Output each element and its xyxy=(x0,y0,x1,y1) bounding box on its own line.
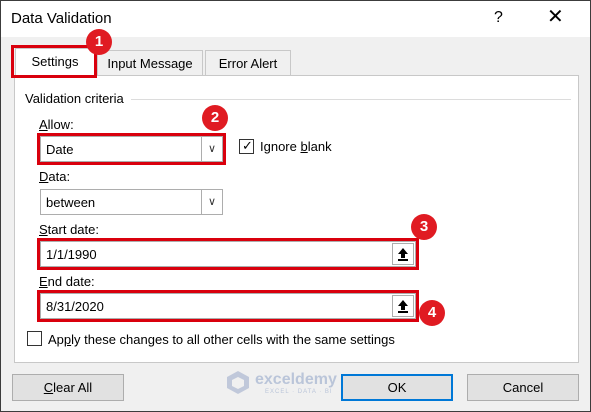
step-badge: 2 xyxy=(202,105,228,131)
cancel-button[interactable]: Cancel xyxy=(467,374,579,401)
allow-label: Allow: xyxy=(39,117,74,132)
clear-all-button[interactable]: Clear All xyxy=(12,374,124,401)
step-badge: 4 xyxy=(419,300,445,326)
ignore-blank-checkbox[interactable]: ✓ xyxy=(239,138,254,154)
data-value: between xyxy=(46,195,96,210)
highlight-allow xyxy=(37,133,226,165)
step-badge: 1 xyxy=(86,29,112,55)
watermark-name: exceldemy xyxy=(255,371,337,388)
data-label: Data: xyxy=(39,169,71,184)
chevron-down-icon[interactable]: ∨ xyxy=(201,190,222,214)
tab-error-alert[interactable]: Error Alert xyxy=(205,50,291,77)
watermark-subtitle: EXCEL · DATA · BI xyxy=(265,389,333,395)
tab-input-message[interactable]: Input Message xyxy=(97,50,203,77)
highlight-start-date xyxy=(37,238,419,270)
group-divider xyxy=(131,99,571,100)
dialog-title: Data Validation xyxy=(11,10,112,27)
step-badge: 3 xyxy=(411,214,437,240)
ignore-blank-label[interactable]: Ignore blank xyxy=(260,139,332,154)
data-validation-dialog: Data Validation ? ✕ Settings Input Messa… xyxy=(0,0,591,412)
checkmark-icon: ✓ xyxy=(242,138,253,153)
tab-label: Error Alert xyxy=(218,56,278,71)
highlight-settings-tab xyxy=(11,45,97,78)
tab-label: Input Message xyxy=(107,56,193,71)
group-title: Validation criteria xyxy=(25,91,124,106)
exceldemy-logo-icon xyxy=(227,371,249,394)
start-date-label: Start date: xyxy=(39,222,99,237)
ok-button[interactable]: OK xyxy=(341,374,453,401)
highlight-end-date xyxy=(37,290,419,322)
help-button[interactable]: ? xyxy=(494,9,503,27)
apply-all-label[interactable]: Apply these changes to all other cells w… xyxy=(48,332,395,347)
close-icon[interactable]: ✕ xyxy=(547,5,564,29)
end-date-label: End date: xyxy=(39,274,95,289)
apply-all-checkbox[interactable] xyxy=(27,331,42,346)
data-select[interactable]: between ∨ xyxy=(40,189,223,215)
